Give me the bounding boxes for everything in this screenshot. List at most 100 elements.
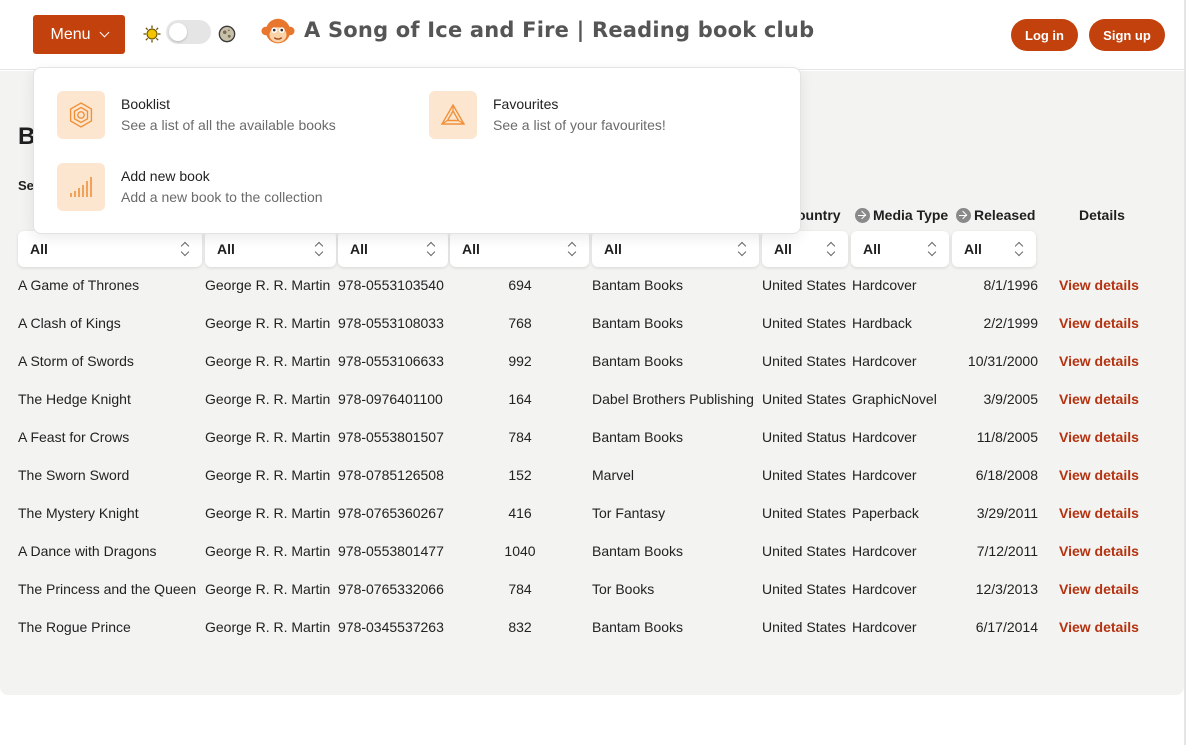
signup-button[interactable]: Sign up: [1089, 19, 1165, 51]
cell-isbn: 978-0553801507: [338, 429, 444, 445]
cell-released: 6/17/2014: [975, 619, 1038, 635]
login-button[interactable]: Log in: [1011, 19, 1078, 51]
menu-item-description: See a list of all the available books: [121, 117, 336, 133]
cell-released: 3/29/2011: [976, 505, 1038, 521]
cell-isbn: 978-0553801477: [338, 543, 444, 559]
cell-media-type: Hardcover: [852, 277, 917, 293]
view-details-link[interactable]: View details: [1059, 543, 1139, 559]
sort-icon: [855, 207, 870, 223]
cell-publisher: Dabel Brothers Publishing: [592, 391, 754, 407]
filter-value: All: [462, 241, 480, 257]
view-details-link[interactable]: View details: [1059, 429, 1139, 445]
chevron-updown-icon: [927, 241, 937, 257]
cell-isbn: 978-0785126508: [338, 467, 444, 483]
filter-select-name[interactable]: All: [18, 231, 202, 267]
column-header-media-type[interactable]: Media Type: [855, 207, 948, 223]
cell-publisher: Bantam Books: [592, 619, 684, 635]
cell-media-type: Hardcover: [852, 353, 917, 369]
cell-publisher: Bantam Books: [592, 543, 684, 559]
theme-toggle[interactable]: [166, 20, 211, 44]
view-details-link[interactable]: View details: [1059, 467, 1139, 483]
table-row: A Clash of Kings George R. R. Martin 978…: [0, 306, 1184, 344]
filter-select-media-type[interactable]: All: [851, 231, 949, 267]
chevron-updown-icon: [737, 241, 747, 257]
cell-media-type: Hardback: [852, 315, 912, 331]
chevron-updown-icon: [426, 241, 436, 257]
cell-country: United Status: [762, 429, 847, 445]
view-details-link[interactable]: View details: [1059, 277, 1139, 293]
sun-icon: [143, 25, 161, 43]
column-header-released[interactable]: Released: [956, 207, 1035, 223]
cell-publisher: Bantam Books: [592, 315, 684, 331]
view-details-link[interactable]: View details: [1059, 391, 1139, 407]
chevron-updown-icon: [314, 241, 324, 257]
table-row: The Rogue Prince George R. R. Martin 978…: [0, 610, 1184, 648]
cell-released: 6/18/2008: [975, 467, 1038, 483]
menu-item-favourites[interactable]: Favourites See a list of your favourites…: [429, 91, 666, 139]
hexagon-icon: [57, 91, 105, 139]
cell-country: United States: [762, 353, 847, 369]
cell-author: George R. R. Martin: [205, 467, 331, 483]
cell-publisher: Bantam Books: [592, 353, 684, 369]
cell-name: A Game of Thrones: [18, 277, 140, 293]
menu-button[interactable]: Menu: [33, 15, 125, 54]
cell-author: George R. R. Martin: [205, 581, 331, 597]
menu-item-add-new-book[interactable]: Add new book Add a new book to the colle…: [57, 163, 323, 211]
filter-select-publisher[interactable]: All: [592, 231, 759, 267]
cell-pages: 768: [508, 315, 532, 331]
view-details-link[interactable]: View details: [1059, 581, 1139, 597]
menu-label: Menu: [50, 25, 91, 43]
cell-author: George R. R. Martin: [205, 391, 331, 407]
filter-value: All: [604, 241, 622, 257]
view-details-link[interactable]: View details: [1059, 353, 1139, 369]
cell-country: United States: [762, 391, 847, 407]
view-details-link[interactable]: View details: [1059, 315, 1139, 331]
table-row: The Princess and the Queen George R. R. …: [0, 572, 1184, 610]
filter-select-author[interactable]: All: [205, 231, 336, 267]
cell-pages: 152: [508, 467, 532, 483]
filter-value: All: [863, 241, 881, 257]
cell-isbn: 978-0976401100: [338, 391, 443, 407]
cell-publisher: Bantam Books: [592, 429, 684, 445]
cell-publisher: Bantam Books: [592, 277, 684, 293]
menu-item-title: Add new book: [121, 168, 210, 184]
cell-author: George R. R. Martin: [205, 619, 331, 635]
cell-isbn: 978-0553108033: [338, 315, 444, 331]
column-header-details-label: Details: [1079, 207, 1125, 223]
column-header-country-label: ountry: [797, 207, 841, 223]
cell-country: United States: [762, 505, 847, 521]
cell-released: 7/12/2011: [976, 543, 1038, 559]
sort-icon: [956, 207, 971, 223]
cell-media-type: Hardcover: [852, 543, 917, 559]
cell-name: A Storm of Swords: [18, 353, 134, 369]
cell-released: 2/2/1999: [983, 315, 1039, 331]
cell-name: The Princess and the Queen: [18, 581, 197, 597]
view-details-link[interactable]: View details: [1059, 619, 1139, 635]
filter-select-released[interactable]: All: [952, 231, 1036, 267]
cell-pages: 164: [508, 391, 532, 407]
top-header: Menu A Song of Ice and Fire | Reading bo…: [0, 0, 1186, 70]
menu-item-description: Add a new book to the collection: [121, 189, 323, 205]
cell-isbn: 978-0553106633: [338, 353, 444, 369]
filter-value: All: [964, 241, 982, 257]
table-row: A Dance with Dragons George R. R. Martin…: [0, 534, 1184, 572]
menu-dropdown: Booklist See a list of all the available…: [33, 67, 801, 234]
table-row: A Storm of Swords George R. R. Martin 97…: [0, 344, 1184, 382]
cell-name: The Sworn Sword: [18, 467, 130, 483]
table-row: The Sworn Sword George R. R. Martin 978-…: [0, 458, 1184, 496]
filter-select-isbn[interactable]: All: [338, 231, 448, 267]
table-row: The Hedge Knight George R. R. Martin 978…: [0, 382, 1184, 420]
cell-pages: 784: [508, 581, 532, 597]
column-header-country[interactable]: ountry: [797, 207, 841, 223]
cell-pages: 992: [508, 353, 532, 369]
chevron-updown-icon: [1014, 241, 1024, 257]
filter-select-country[interactable]: All: [762, 231, 848, 267]
filter-select-pages[interactable]: All: [450, 231, 589, 267]
view-details-link[interactable]: View details: [1059, 505, 1139, 521]
menu-item-description: See a list of your favourites!: [493, 117, 666, 133]
column-header-media-type-label: Media Type: [873, 207, 949, 223]
cell-name: The Mystery Knight: [18, 505, 139, 521]
cell-media-type: Paperback: [852, 505, 919, 521]
cell-country: United States: [762, 581, 847, 597]
menu-item-booklist[interactable]: Booklist See a list of all the available…: [57, 91, 336, 139]
